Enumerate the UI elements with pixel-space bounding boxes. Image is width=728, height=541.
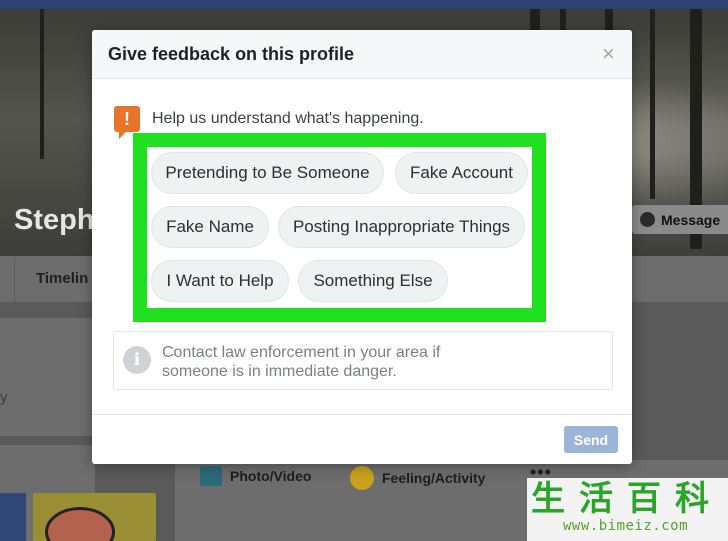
photo-video-label: Photo/Video: [230, 468, 312, 484]
safety-notice-line-1: Contact law enforcement in your area if: [162, 344, 441, 361]
option-fake-name[interactable]: Fake Name: [151, 206, 269, 248]
smiley-icon: [350, 466, 374, 490]
tab-timeline[interactable]: Timelin: [36, 270, 88, 287]
photo-video-button[interactable]: Photo/Video: [200, 466, 311, 486]
photo-icon: [200, 466, 222, 486]
dialog-header: Give feedback on this profile ×: [92, 30, 632, 79]
option-i-want-to-help[interactable]: I Want to Help: [151, 260, 289, 302]
safety-notice: i Contact law enforcement in your area i…: [113, 331, 613, 390]
feeling-activity-label: Feeling/Activity: [382, 470, 486, 486]
messenger-icon: [640, 212, 655, 227]
top-navigation-bar: [0, 0, 728, 9]
footer-divider: [92, 414, 632, 415]
watermark-char: 生: [531, 479, 565, 519]
option-something-else[interactable]: Something Else: [298, 260, 448, 302]
watermark-chars: 生 活 百 科: [531, 480, 709, 518]
watermark-url: www.bimeiz.com: [563, 518, 689, 534]
option-fake-account[interactable]: Fake Account: [395, 152, 528, 194]
watermark-char: 百: [627, 479, 661, 519]
prompt-row: ! Help us understand what's happening.: [114, 106, 424, 139]
message-button[interactable]: Message: [632, 205, 728, 234]
prompt-text: Help us understand what's happening.: [152, 110, 424, 127]
profile-name[interactable]: Steph: [14, 204, 95, 237]
option-pretending-to-be-someone[interactable]: Pretending to Be Someone: [151, 152, 384, 194]
watermark-char: 活: [579, 479, 613, 519]
feeling-activity-button[interactable]: Feeling/Activity: [350, 466, 485, 490]
watermark-logo: 生 活 百 科 www.bimeiz.com: [527, 478, 728, 541]
sticker-image: [33, 493, 156, 541]
tab-divider: [14, 258, 15, 302]
left-column-link[interactable]: y: [0, 389, 8, 406]
alert-icon: !: [114, 106, 140, 139]
send-button[interactable]: Send: [564, 426, 618, 453]
feedback-dialog: Give feedback on this profile × ! Help u…: [92, 30, 632, 464]
safety-notice-line-2: someone is in immediate danger.: [162, 363, 397, 380]
left-column-card: [0, 318, 95, 436]
close-icon[interactable]: ×: [602, 43, 615, 65]
option-posting-inappropriate-things[interactable]: Posting Inappropriate Things: [278, 206, 525, 248]
safety-notice-text: Contact law enforcement in your area if …: [162, 343, 602, 381]
left-blue-strip: [0, 493, 26, 541]
watermark-char: 科: [675, 479, 709, 519]
info-icon: i: [123, 346, 151, 374]
message-button-label: Message: [661, 211, 721, 228]
dialog-title: Give feedback on this profile: [108, 44, 355, 64]
